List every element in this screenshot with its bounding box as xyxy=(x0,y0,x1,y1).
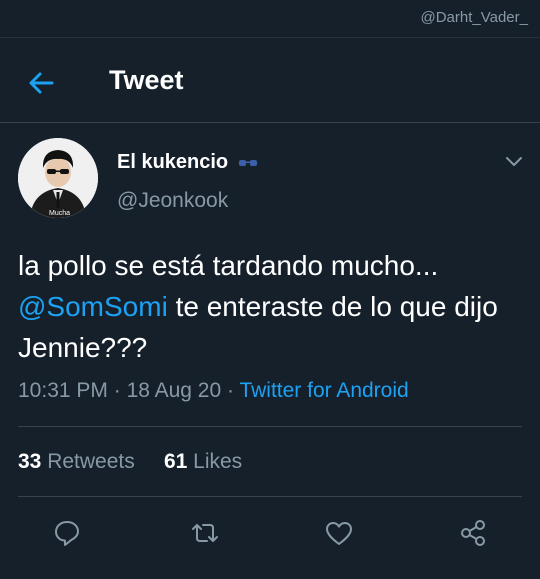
retweets-count: 33 xyxy=(18,450,42,473)
header-divider xyxy=(0,122,540,123)
retweet-icon xyxy=(192,524,218,542)
retweets-stat[interactable]: 33 Retweets xyxy=(18,450,135,473)
retweets-label: Retweets xyxy=(47,450,135,473)
sunglasses-emoji-icon xyxy=(239,159,258,166)
display-name[interactable]: El kukencio xyxy=(117,151,228,174)
avatar-caption: Mucha xyxy=(49,210,70,217)
likes-stat[interactable]: 61 Likes xyxy=(164,450,242,473)
tweet-metadata: 10:31 PM · 18 Aug 20 · Twitter for Andro… xyxy=(18,379,409,403)
author-name-row: El kukencio xyxy=(117,151,259,174)
avatar[interactable]: Mucha xyxy=(18,138,98,218)
chevron-down-icon xyxy=(506,157,522,166)
more-options-button[interactable] xyxy=(503,150,525,172)
tweet-stats: 33 Retweets 61 Likes xyxy=(18,450,242,474)
tweet-source-link[interactable]: Twitter for Android xyxy=(239,379,408,402)
share-button[interactable] xyxy=(458,518,488,548)
meta-separator-2: · xyxy=(221,379,240,402)
header-bar: Tweet xyxy=(0,38,540,122)
meta-separator: · xyxy=(107,379,127,402)
author-handle[interactable]: @Jeonkook xyxy=(117,189,228,213)
retweet-button[interactable] xyxy=(190,518,220,548)
heart-icon xyxy=(326,522,352,545)
avatar-image: Mucha xyxy=(18,138,98,218)
page-title: Tweet xyxy=(109,65,184,95)
meta-divider xyxy=(18,426,522,427)
reply-button[interactable] xyxy=(52,518,82,548)
likes-label: Likes xyxy=(193,450,243,473)
arrow-left-icon xyxy=(29,72,54,94)
like-button[interactable] xyxy=(324,518,354,548)
tweet-date: 18 Aug 20 xyxy=(126,379,222,402)
tweet-text-part1: la pollo se está tardando mucho... xyxy=(18,250,439,281)
watermark: @Darht_Vader_ xyxy=(420,9,528,26)
likes-count: 61 xyxy=(163,450,188,473)
tweet-text: la pollo se está tardando mucho... @SomSo… xyxy=(18,245,528,368)
reply-icon xyxy=(55,521,79,546)
stats-divider xyxy=(18,496,522,497)
tweet-time: 10:31 PM xyxy=(18,379,108,402)
back-button[interactable] xyxy=(24,66,58,100)
mention-link[interactable]: @SomSomi xyxy=(18,291,168,322)
share-icon xyxy=(461,520,485,546)
